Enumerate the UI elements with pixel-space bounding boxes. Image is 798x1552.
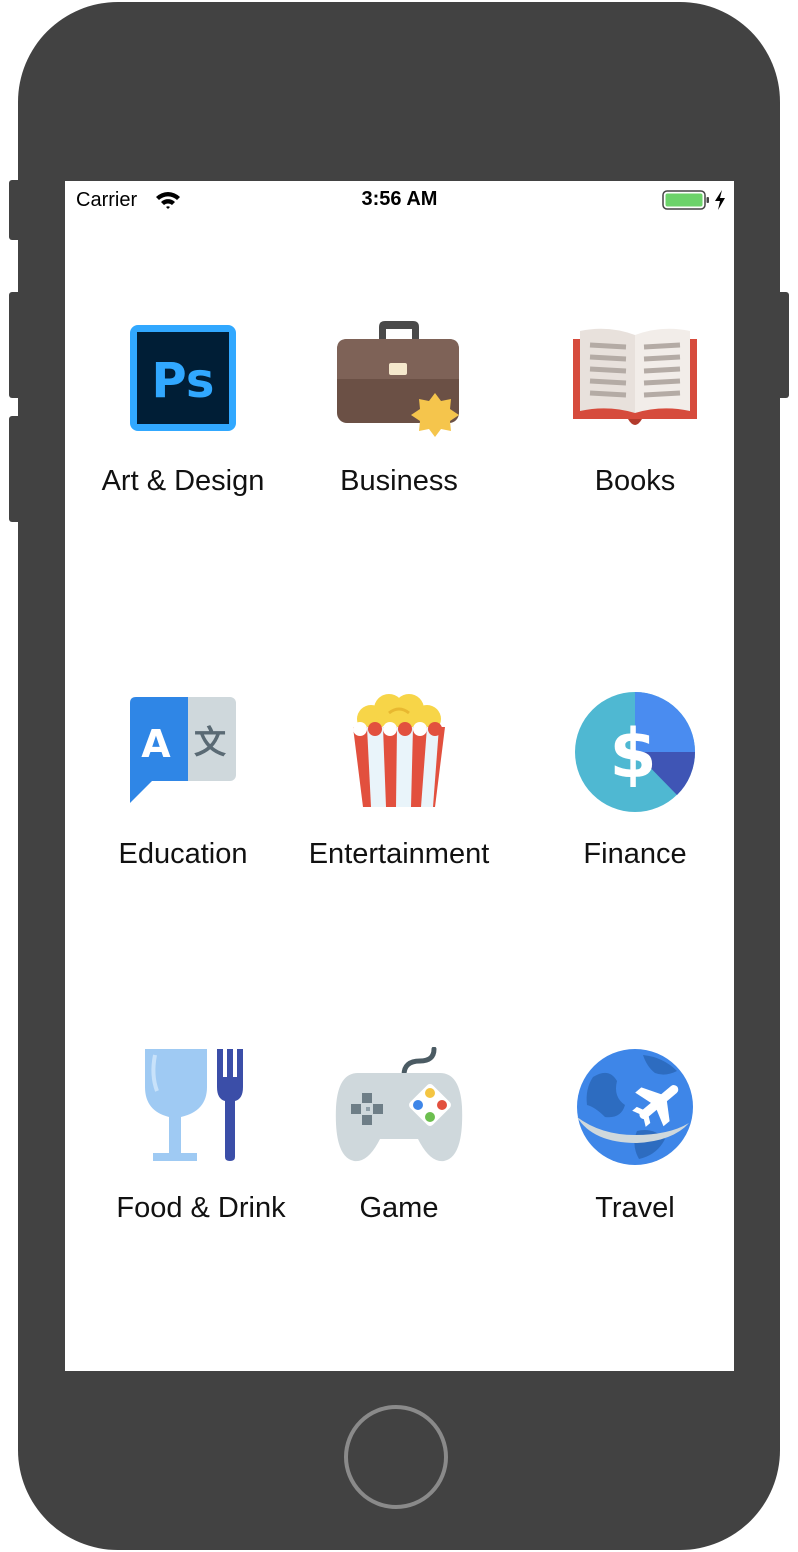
category-label: Game [359, 1192, 439, 1224]
category-label: Entertainment [308, 838, 490, 870]
translate-icon: A 文 [130, 697, 236, 803]
category-finance[interactable]: $ Finance [517, 691, 734, 901]
home-button[interactable] [344, 1405, 448, 1509]
battery-icon [662, 190, 709, 210]
category-game[interactable]: Game [281, 1047, 517, 1257]
svg-text:Ps: Ps [152, 353, 215, 409]
screen: Carrier 3:56 AM Ps Art & Design Business… [65, 181, 734, 1371]
category-label: Finance [583, 838, 687, 870]
glass-fork-icon [145, 1049, 243, 1161]
category-books[interactable]: Books [517, 321, 734, 531]
status-time: 3:56 AM [361, 188, 438, 210]
photoshop-icon: Ps [130, 325, 236, 431]
volume-down-button [9, 416, 21, 522]
svg-text:$: $ [609, 715, 656, 794]
status-bar: Carrier 3:56 AM [65, 181, 734, 219]
category-travel[interactable]: Travel [517, 1047, 734, 1257]
volume-up-button [9, 292, 21, 398]
briefcase-icon [337, 321, 459, 437]
category-label: Travel [595, 1192, 675, 1224]
finance-dollar-icon: $ [575, 692, 696, 812]
category-art-design[interactable]: Ps Art & Design [65, 321, 301, 531]
category-label: Business [340, 465, 458, 497]
open-book-icon [573, 328, 697, 425]
popcorn-icon [353, 694, 445, 807]
category-label: Art & Design [101, 465, 265, 497]
svg-text:A: A [141, 722, 171, 766]
category-label: Education [118, 838, 248, 870]
svg-text:文: 文 [194, 723, 226, 761]
category-label: Books [594, 465, 676, 497]
category-education[interactable]: A 文 Education [65, 691, 301, 901]
category-business[interactable]: Business [281, 321, 517, 531]
mute-switch [9, 180, 21, 240]
category-entertainment[interactable]: Entertainment [281, 691, 517, 901]
gamepad-icon [335, 1047, 463, 1162]
power-button [777, 292, 789, 398]
charging-bolt-icon [715, 190, 725, 210]
globe-plane-icon [577, 1049, 693, 1165]
